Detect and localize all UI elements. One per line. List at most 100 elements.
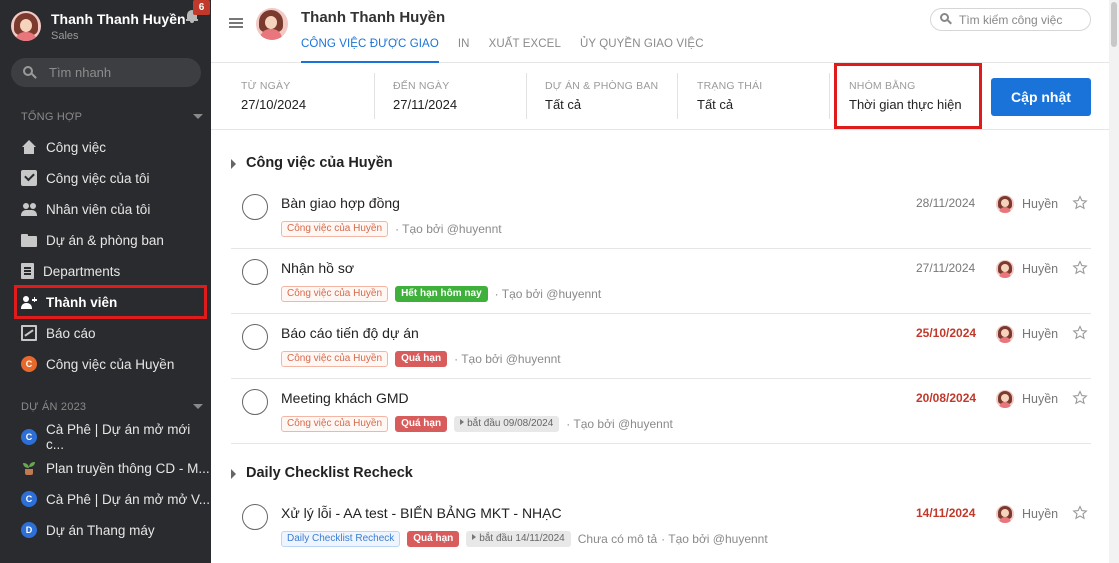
checkbox-icon <box>21 170 37 186</box>
assignee-avatar <box>996 390 1014 408</box>
search-icon <box>940 12 954 27</box>
tab-bar: CÔNG VIỆC ĐƯỢC GIAO IN XUẤT EXCEL ỦY QUY… <box>301 38 723 63</box>
complete-checkbox[interactable] <box>242 324 268 350</box>
sidebar-header[interactable]: Thanh Thanh Huyền Sales 6 <box>0 0 211 52</box>
sidebar-search-input[interactable]: Tìm nhanh <box>11 58 201 87</box>
assignee[interactable]: Huyền <box>996 390 1058 408</box>
sidebar-item-label: Công việc <box>46 139 107 155</box>
complete-checkbox[interactable] <box>242 259 268 285</box>
project-letter-icon: D <box>21 522 37 538</box>
assignee[interactable]: Huyền <box>996 195 1058 213</box>
due-date: 28/11/2024 <box>916 196 976 210</box>
sidebar-project-plan[interactable]: Plan truyền thông CD - M... <box>21 458 210 478</box>
user-role: Sales <box>51 29 79 42</box>
project-tag[interactable]: Công việc của Huyền <box>281 286 389 302</box>
star-icon[interactable] <box>1072 390 1088 406</box>
star-icon[interactable] <box>1072 325 1088 341</box>
created-by: · Tạo bởi @huyennt <box>566 417 673 431</box>
update-button[interactable]: Cập nhật <box>991 78 1091 116</box>
folder-icon <box>21 232 37 248</box>
task-title[interactable]: Bàn giao hợp đồng <box>281 195 400 211</box>
project-tag[interactable]: Công việc của Huyền <box>281 351 389 367</box>
tab-assigned-tasks[interactable]: CÔNG VIỆC ĐƯỢC GIAO <box>301 38 439 63</box>
sidebar-item-projects-departments[interactable]: Dự án & phòng ban <box>21 230 164 250</box>
assignee[interactable]: Huyền <box>996 260 1058 278</box>
task-row[interactable]: Nhận hồ sơ Công việc của Huyền Hết hạn h… <box>231 249 1091 314</box>
filter-value: 27/10/2024 <box>241 97 307 112</box>
scrollbar-thumb[interactable] <box>1111 2 1117 47</box>
sidebar-project-cafe-1[interactable]: C Cà Phê | Dự án mở mới c... <box>21 422 211 452</box>
assignee-name: Huyền <box>1022 392 1059 406</box>
filter-from-date[interactable]: TỪ NGÀY 27/10/2024 <box>241 80 306 112</box>
task-search-placeholder: Tìm kiếm công việc <box>959 12 1063 27</box>
complete-checkbox[interactable] <box>242 504 268 530</box>
section-general[interactable]: TỔNG HỢP <box>21 111 203 123</box>
created-by: · Tạo bởi @huyennt <box>661 532 768 546</box>
sidebar-item-my-staff[interactable]: Nhân viên của tôi <box>21 199 150 219</box>
task-row[interactable]: Xử lý lỗi - AA test - BIỂN BẢNG MKT - NH… <box>231 494 1091 559</box>
scrollbar[interactable] <box>1109 0 1119 563</box>
due-date: 20/08/2024 <box>916 391 977 405</box>
filter-bar: TỪ NGÀY 27/10/2024 ĐẾN NGÀY 27/11/2024 D… <box>211 63 1109 130</box>
filter-status[interactable]: TRẠNG THÁI Tất cả <box>697 80 762 112</box>
sidebar-item-departments[interactable]: Departments <box>21 261 120 281</box>
project-tag[interactable]: Công việc của Huyền <box>281 416 389 432</box>
collapse-arrow-icon[interactable] <box>193 404 203 409</box>
tab-export-excel[interactable]: XUẤT EXCEL <box>489 38 561 63</box>
task-group-header[interactable]: Công việc của Huyền <box>231 155 393 171</box>
complete-checkbox[interactable] <box>242 389 268 415</box>
star-icon[interactable] <box>1072 195 1088 211</box>
sidebar: Thanh Thanh Huyền Sales 6 Tìm nhanh TỔNG… <box>0 0 211 563</box>
filter-label: TRẠNG THÁI <box>697 80 763 92</box>
menu-icon[interactable] <box>229 18 243 28</box>
user-avatar[interactable] <box>11 11 41 41</box>
task-title[interactable]: Nhận hồ sơ <box>281 260 354 276</box>
sidebar-item-members[interactable]: Thành viên <box>14 285 207 319</box>
project-tag[interactable]: Công việc của Huyền <box>281 221 389 237</box>
complete-checkbox[interactable] <box>242 194 268 220</box>
filter-value: 27/11/2024 <box>393 97 458 112</box>
assignee-name: Huyền <box>1022 507 1059 521</box>
expand-arrow-icon[interactable] <box>231 469 236 479</box>
user-name: Thanh Thanh Huyền <box>51 10 186 27</box>
filter-to-date[interactable]: ĐẾN NGÀY 27/11/2024 <box>393 80 457 112</box>
sidebar-project-cafe-2[interactable]: C Cà Phê | Dự án mở mở V... <box>21 489 210 509</box>
sidebar-project-elevator[interactable]: D Dự án Thang máy <box>21 520 155 540</box>
divider <box>677 73 678 119</box>
collapse-arrow-icon[interactable] <box>193 114 203 119</box>
header-avatar[interactable] <box>256 8 288 40</box>
assignee-avatar <box>996 325 1014 343</box>
project-letter-icon: C <box>21 429 37 445</box>
task-row[interactable]: Báo cáo tiến độ dự án Công việc của Huyề… <box>231 314 1091 379</box>
task-title[interactable]: Xử lý lỗi - AA test - BIỂN BẢNG MKT - NH… <box>281 505 562 521</box>
section-projects[interactable]: DỰ ÁN 2023 <box>21 401 203 413</box>
sidebar-item-label: Báo cáo <box>46 325 96 341</box>
sidebar-item-reports[interactable]: Báo cáo <box>21 323 96 343</box>
filter-project[interactable]: DỰ ÁN & PHÒNG BAN Tất cả <box>545 80 658 112</box>
sidebar-item-label: Cà Phê | Dự án mở mới c... <box>46 422 191 452</box>
expand-arrow-icon[interactable] <box>231 159 236 169</box>
project-tag[interactable]: Daily Checklist Recheck <box>281 531 401 547</box>
task-title[interactable]: Báo cáo tiến độ dự án <box>281 325 419 341</box>
chart-icon <box>21 325 37 341</box>
task-row[interactable]: Bàn giao hợp đồng Công việc của Huyền · … <box>231 184 1091 249</box>
sidebar-item-my-tasks[interactable]: Công việc của tôi <box>21 168 150 188</box>
star-icon[interactable] <box>1072 505 1088 521</box>
assignee[interactable]: Huyền <box>996 505 1058 523</box>
project-letter-icon: C <box>21 356 37 372</box>
filter-value: Tất cả <box>697 97 734 112</box>
tab-print[interactable]: IN <box>458 38 470 63</box>
start-date-badge: bắt đầu 14/11/2024 <box>466 531 571 547</box>
task-title[interactable]: Meeting khách GMD <box>281 390 409 406</box>
filter-value: Tất cả <box>545 97 582 112</box>
sidebar-item-huyen-tasks[interactable]: C Công việc của Huyền <box>21 354 174 374</box>
sidebar-item-tasks[interactable]: Công việc <box>21 137 106 157</box>
task-group-header[interactable]: Daily Checklist Recheck <box>231 465 413 481</box>
notification-badge[interactable]: 6 <box>193 0 210 15</box>
task-search-input[interactable]: Tìm kiếm công việc <box>930 8 1091 31</box>
tab-delegate[interactable]: ỦY QUYỀN GIAO VIỆC <box>580 38 704 63</box>
created-by: · Tạo bởi @huyennt <box>454 352 561 366</box>
star-icon[interactable] <box>1072 260 1088 276</box>
task-row[interactable]: Meeting khách GMD Công việc của Huyền Qu… <box>231 379 1091 444</box>
assignee[interactable]: Huyền <box>996 325 1058 343</box>
